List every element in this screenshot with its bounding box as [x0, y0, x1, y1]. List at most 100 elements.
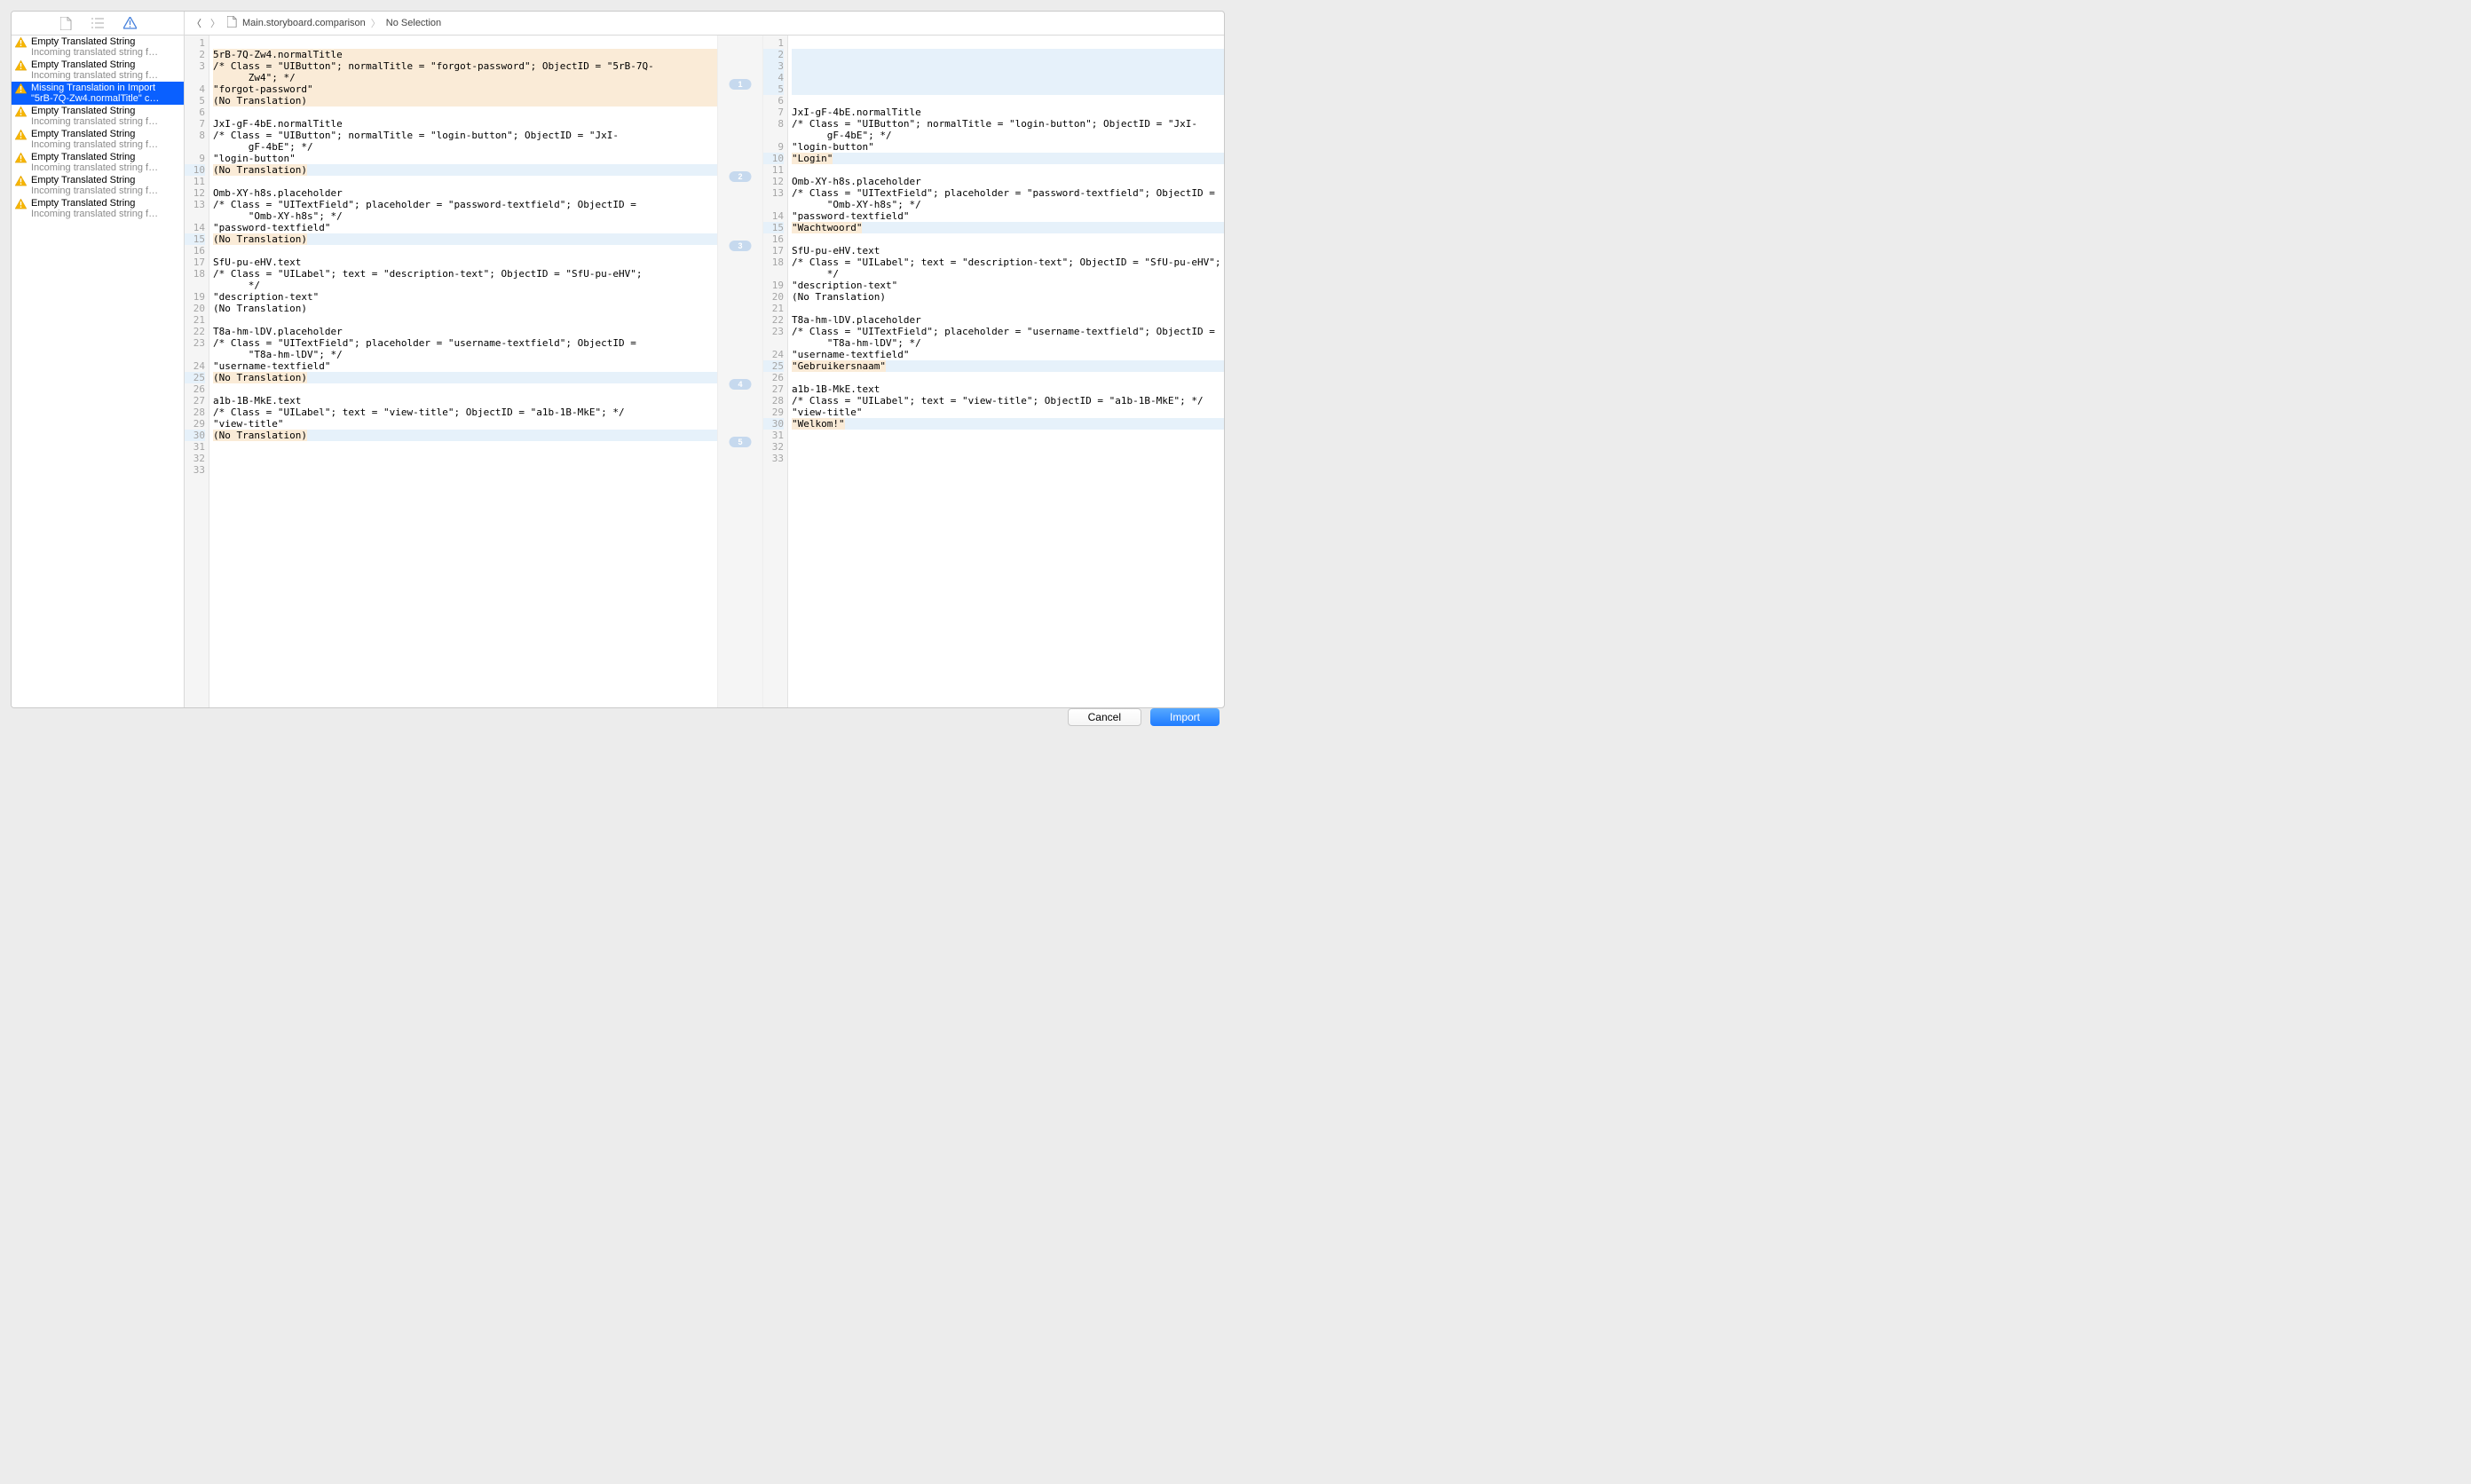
issue-item[interactable]: Empty Translated StringIncoming translat…	[12, 59, 184, 82]
code-line: (No Translation)	[213, 233, 717, 245]
diff-bubble-column: 1 2 3 4 5	[717, 36, 763, 707]
issue-title: Empty Translated String	[31, 129, 180, 139]
code-line: "Omb-XY-h8s"; */	[213, 210, 717, 222]
code-line	[213, 383, 717, 395]
code-line: "login-button"	[792, 141, 1224, 153]
issue-item[interactable]: Empty Translated StringIncoming translat…	[12, 151, 184, 174]
code-line: "description-text"	[792, 280, 1224, 291]
code-line: /* Class = "UITextField"; placeholder = …	[213, 199, 717, 210]
issues-tab-icon[interactable]	[122, 16, 137, 30]
code-line	[213, 107, 717, 118]
code-line: "password-textfield"	[213, 222, 717, 233]
code-line: /* Class = "UIButton"; normalTitle = "lo…	[213, 130, 717, 141]
left-gutter: 1234567891011121314151617181920212223242…	[185, 36, 209, 707]
issue-item[interactable]: Missing Translation in Import"5rB-7Q-Zw4…	[12, 82, 184, 105]
code-line: /* Class = "UILabel"; text = "view-title…	[213, 407, 717, 418]
code-line	[792, 372, 1224, 383]
issue-item[interactable]: Empty Translated StringIncoming translat…	[12, 197, 184, 220]
issue-item[interactable]: Empty Translated StringIncoming translat…	[12, 174, 184, 197]
warning-icon	[15, 176, 28, 188]
diff-bubble[interactable]: 1	[729, 79, 751, 90]
code-line: "username-textfield"	[213, 360, 717, 372]
jumpbar-selection[interactable]: No Selection	[386, 18, 441, 28]
code-line: T8a-hm-lDV.placeholder	[792, 314, 1224, 326]
file-icon	[227, 16, 237, 30]
issue-item[interactable]: Empty Translated StringIncoming translat…	[12, 36, 184, 59]
issue-subtitle: "5rB-7Q-Zw4.normalTitle" c…	[31, 93, 180, 104]
code-line: (No Translation)	[213, 430, 717, 441]
code-line: /* Class = "UITextField"; placeholder = …	[792, 326, 1224, 337]
code-line: "Wachtwoord"	[792, 222, 1224, 233]
code-line: SfU-pu-eHV.text	[213, 257, 717, 268]
code-line: (No Translation)	[213, 95, 717, 107]
code-line: "password-textfield"	[792, 210, 1224, 222]
code-line: "username-textfield"	[792, 349, 1224, 360]
code-line: 5rB-7Q-Zw4.normalTitle	[213, 49, 717, 60]
file-tab-icon[interactable]	[59, 16, 73, 30]
left-code[interactable]: 5rB-7Q-Zw4.normalTitle /* Class = "UIButt…	[209, 36, 717, 707]
code-line: Omb-XY-h8s.placeholder	[792, 176, 1224, 187]
code-line: "Omb-XY-h8s"; */	[792, 199, 1224, 210]
issue-subtitle: Incoming translated string f…	[31, 70, 180, 81]
code-line	[213, 441, 717, 453]
code-line	[792, 37, 1224, 49]
code-line: (No Translation)	[213, 372, 717, 383]
diff-bubble[interactable]: 3	[729, 241, 751, 251]
code-line: */	[213, 280, 717, 291]
issue-subtitle: Incoming translated string f…	[31, 186, 180, 196]
left-pane: 1234567891011121314151617181920212223242…	[185, 36, 717, 707]
footer-buttons: Cancel Import	[1068, 708, 1220, 726]
code-line: /* Class = "UILabel"; text = "view-title…	[792, 395, 1224, 407]
code-line: /* Class = "UILabel"; text = "descriptio…	[213, 268, 717, 280]
sidebar: Empty Translated StringIncoming translat…	[12, 12, 185, 707]
nav-arrows[interactable]: 〈 〉	[190, 16, 222, 30]
issue-title: Missing Translation in Import	[31, 83, 180, 93]
code-line	[792, 430, 1224, 441]
code-line: /* Class = "UILabel"; text = "descriptio…	[792, 257, 1224, 268]
code-line	[792, 60, 1224, 72]
import-button[interactable]: Import	[1150, 708, 1220, 726]
warning-icon	[15, 107, 28, 119]
code-line: "T8a-hm-lDV"; */	[213, 349, 717, 360]
code-line: Zw4"; */	[213, 72, 717, 83]
cancel-button[interactable]: Cancel	[1068, 708, 1141, 726]
issue-title: Empty Translated String	[31, 175, 180, 186]
code-line: /* Class = "UIButton"; normalTitle = "lo…	[792, 118, 1224, 130]
issue-title: Empty Translated String	[31, 36, 180, 47]
warning-icon	[15, 83, 28, 96]
diff-bubble[interactable]: 4	[729, 379, 751, 390]
code-line: "Gebruikersnaam"	[792, 360, 1224, 372]
warning-icon	[15, 60, 28, 73]
jump-bar[interactable]: 〈 〉 Main.storyboard.comparison 〉 No Sele…	[185, 12, 1224, 36]
code-line: "view-title"	[792, 407, 1224, 418]
issue-title: Empty Translated String	[31, 152, 180, 162]
warning-icon	[15, 130, 28, 142]
issue-item[interactable]: Empty Translated StringIncoming translat…	[12, 105, 184, 128]
code-line: Omb-XY-h8s.placeholder	[213, 187, 717, 199]
code-line	[792, 233, 1224, 245]
code-line: "description-text"	[213, 291, 717, 303]
right-code[interactable]: JxI-gF-4bE.normalTitle/* Class = "UIButt…	[788, 36, 1224, 707]
issue-item[interactable]: Empty Translated StringIncoming translat…	[12, 128, 184, 151]
jumpbar-file[interactable]: Main.storyboard.comparison	[242, 18, 366, 28]
issue-subtitle: Incoming translated string f…	[31, 47, 180, 58]
code-line: a1b-1B-MkE.text	[213, 395, 717, 407]
right-gutter: 1234567891011121314151617181920212223242…	[763, 36, 788, 707]
code-line: gF-4bE"; */	[792, 130, 1224, 141]
chevron-right-icon: 〉	[371, 16, 381, 30]
issue-title: Empty Translated String	[31, 198, 180, 209]
code-line: */	[792, 268, 1224, 280]
diff-bubble[interactable]: 5	[729, 437, 751, 447]
warning-icon	[15, 153, 28, 165]
code-line: SfU-pu-eHV.text	[792, 245, 1224, 257]
issue-title: Empty Translated String	[31, 59, 180, 70]
nav-back-icon[interactable]: 〈	[192, 16, 201, 30]
code-line: gF-4bE"; */	[213, 141, 717, 153]
right-pane: 1234567891011121314151617181920212223242…	[763, 36, 1224, 707]
diff-bubble[interactable]: 2	[729, 171, 751, 182]
code-line	[792, 72, 1224, 83]
list-tab-icon[interactable]	[91, 16, 105, 30]
code-line: "view-title"	[213, 418, 717, 430]
nav-forward-icon[interactable]: 〉	[210, 16, 220, 30]
code-line	[213, 245, 717, 257]
